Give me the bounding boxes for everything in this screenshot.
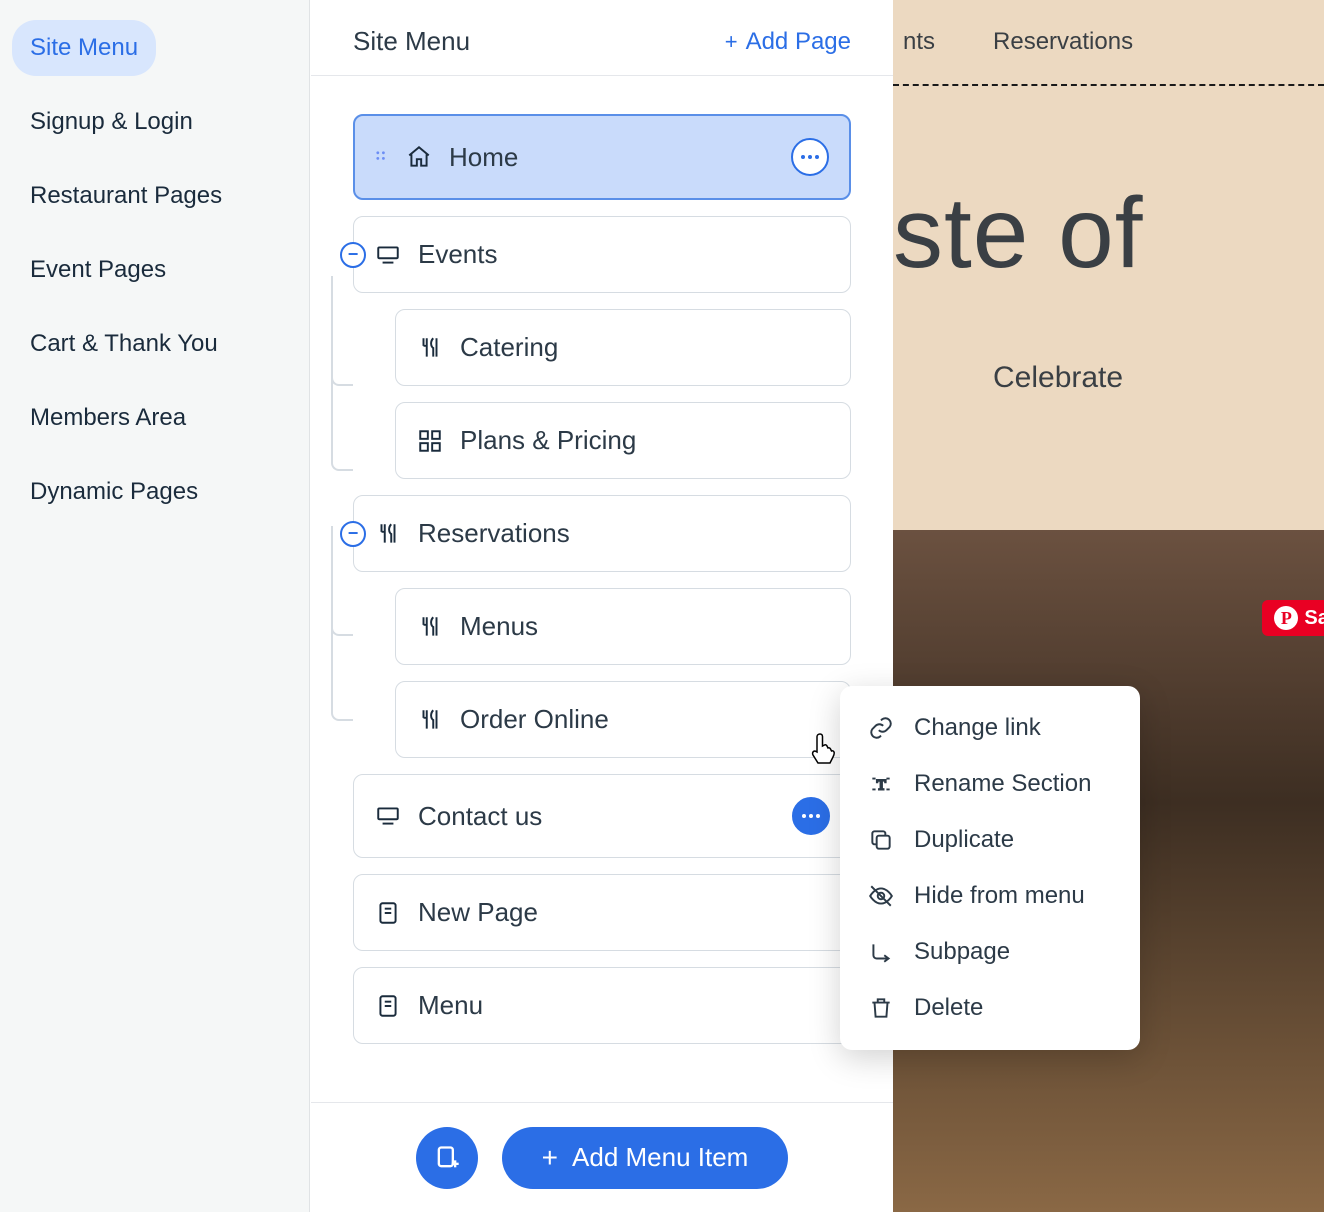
context-label: Hide from menu	[914, 882, 1085, 910]
page-icon	[374, 899, 402, 927]
tree-item-order-online[interactable]: Order Online	[395, 681, 851, 758]
left-sidebar: Site Menu Signup & Login Restaurant Page…	[0, 0, 310, 1212]
add-page-circle-button[interactable]	[416, 1127, 478, 1189]
tree-item-new-page[interactable]: New Page	[353, 874, 851, 951]
context-change-link[interactable]: Change link	[840, 700, 1140, 756]
sidebar-item-dynamic-pages[interactable]: Dynamic Pages	[12, 464, 216, 520]
tree-item-contact-us[interactable]: Contact us	[353, 774, 851, 858]
tree-item-home[interactable]: Home	[353, 114, 851, 200]
context-label: Rename Section	[914, 770, 1091, 798]
link-icon	[868, 715, 894, 741]
tree-connector	[331, 526, 353, 721]
plus-icon: +	[542, 1142, 558, 1174]
plus-icon: +	[725, 29, 738, 55]
preview-nav: nts Reservations	[893, 0, 1324, 84]
panel-title: Site Menu	[353, 26, 470, 57]
context-delete[interactable]: Delete	[840, 980, 1140, 1036]
tree-item-events[interactable]: − Events	[353, 216, 851, 293]
tree-item-label: Events	[418, 239, 498, 270]
fork-knife-icon	[374, 520, 402, 548]
context-duplicate[interactable]: Duplicate	[840, 812, 1140, 868]
context-hide-from-menu[interactable]: Hide from menu	[840, 868, 1140, 924]
context-subpage[interactable]: Subpage	[840, 924, 1140, 980]
save-label: Sav	[1304, 607, 1324, 630]
tree-item-label: Contact us	[418, 801, 542, 832]
site-menu-panel: Site Menu + Add Page Home −	[311, 0, 893, 1212]
pinterest-icon: P	[1274, 606, 1298, 630]
tree-item-menu[interactable]: Menu	[353, 967, 851, 1044]
nav-link-reservations[interactable]: Reservations	[993, 28, 1133, 56]
tree-item-label: Plans & Pricing	[460, 425, 636, 456]
tree-item-label: Order Online	[460, 704, 609, 735]
tree-item-plans-pricing[interactable]: Plans & Pricing	[395, 402, 851, 479]
add-page-button[interactable]: + Add Page	[725, 28, 851, 56]
context-label: Change link	[914, 714, 1041, 742]
page-icon	[374, 992, 402, 1020]
context-label: Duplicate	[914, 826, 1014, 854]
tree-item-label: New Page	[418, 897, 538, 928]
fork-knife-icon	[416, 706, 444, 734]
add-menu-item-label: Add Menu Item	[572, 1142, 748, 1173]
collapse-button[interactable]: −	[340, 242, 366, 268]
context-label: Subpage	[914, 938, 1010, 966]
tree-item-label: Menus	[460, 611, 538, 642]
tree-item-catering[interactable]: Catering	[395, 309, 851, 386]
collapse-button[interactable]: −	[340, 521, 366, 547]
add-page-label: Add Page	[746, 28, 851, 56]
context-menu: Change link T Rename Section Duplicate H…	[840, 686, 1140, 1050]
section-icon	[374, 241, 402, 269]
section-icon	[374, 802, 402, 830]
fork-knife-icon	[416, 334, 444, 362]
rename-icon: T	[868, 771, 894, 797]
tree-item-label: Menu	[418, 990, 483, 1021]
item-actions-button[interactable]	[792, 797, 830, 835]
home-icon	[405, 143, 433, 171]
tree-connector	[331, 276, 353, 471]
tree-item-label: Reservations	[418, 518, 570, 549]
svg-text:T: T	[877, 776, 886, 793]
dots-icon	[802, 814, 820, 818]
fork-knife-icon	[416, 613, 444, 641]
sidebar-item-cart-thankyou[interactable]: Cart & Thank You	[12, 316, 236, 372]
tree-item-label: Home	[449, 142, 518, 173]
sidebar-item-event-pages[interactable]: Event Pages	[12, 242, 184, 298]
context-rename-section[interactable]: T Rename Section	[840, 756, 1140, 812]
sidebar-item-members-area[interactable]: Members Area	[12, 390, 204, 446]
hero-text-partial: ste of	[893, 176, 1324, 291]
hero-subtext-partial: Celebrate	[893, 361, 1324, 395]
add-menu-item-button[interactable]: + Add Menu Item	[502, 1127, 789, 1189]
tree-item-label: Catering	[460, 332, 558, 363]
hide-icon	[868, 883, 894, 909]
drag-handle-icon[interactable]	[375, 150, 389, 164]
tree-item-menus[interactable]: Menus	[395, 588, 851, 665]
sidebar-item-restaurant-pages[interactable]: Restaurant Pages	[12, 168, 240, 224]
sidebar-item-signup-login[interactable]: Signup & Login	[12, 94, 211, 150]
grid-icon	[416, 427, 444, 455]
page-plus-icon	[433, 1144, 461, 1172]
sidebar-item-site-menu[interactable]: Site Menu	[12, 20, 156, 76]
trash-icon	[868, 995, 894, 1021]
pinterest-save-button[interactable]: P Sav	[1262, 600, 1324, 636]
panel-header: Site Menu + Add Page	[311, 0, 893, 76]
duplicate-icon	[868, 827, 894, 853]
dots-icon	[801, 155, 819, 159]
tree-area: Home − Events Catering Plans & Pricing	[311, 76, 893, 1120]
context-label: Delete	[914, 994, 983, 1022]
panel-footer: + Add Menu Item	[311, 1102, 893, 1212]
tree-item-reservations[interactable]: − Reservations	[353, 495, 851, 572]
nav-link-events-partial[interactable]: nts	[903, 28, 935, 56]
preview-divider	[893, 84, 1324, 86]
subpage-icon	[868, 939, 894, 965]
item-actions-button[interactable]	[791, 138, 829, 176]
